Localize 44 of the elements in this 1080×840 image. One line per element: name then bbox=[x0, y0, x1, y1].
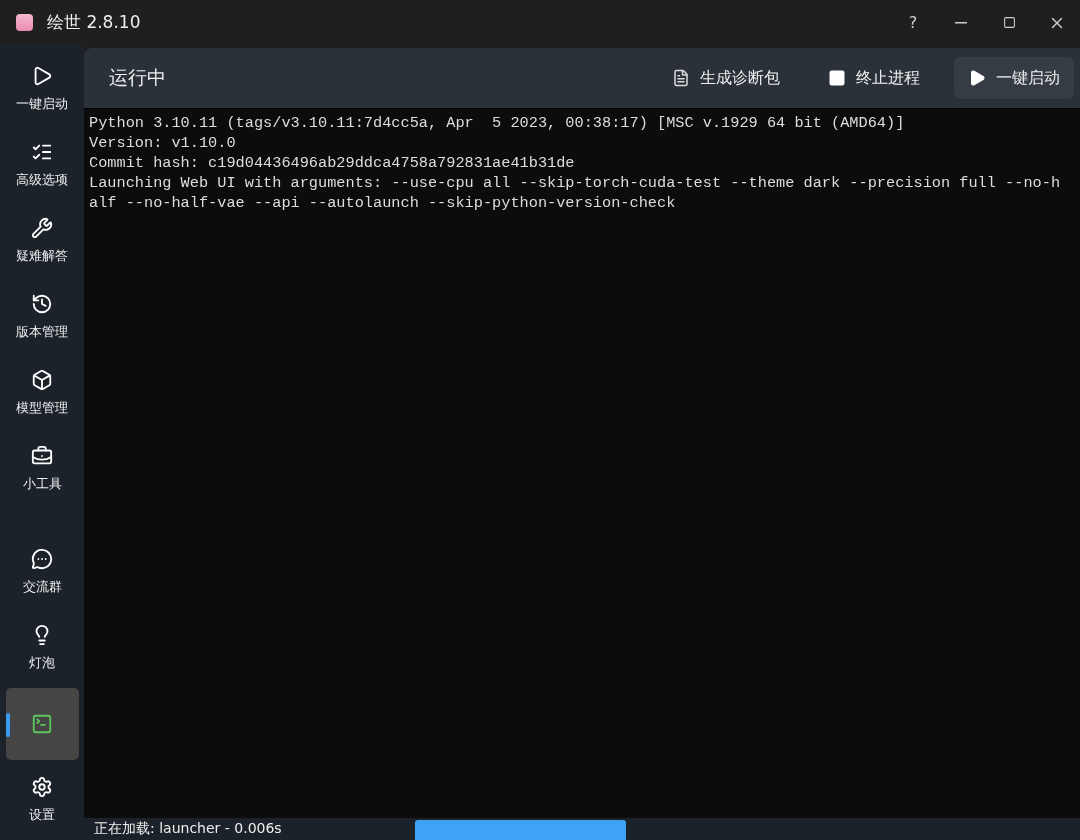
sidebar-item[interactable]: 疑难解答 bbox=[5, 205, 79, 277]
app-icon bbox=[16, 14, 33, 31]
sidebar-item[interactable]: 一键启动 bbox=[5, 53, 79, 125]
sidebar-item[interactable]: 版本管理 bbox=[5, 281, 79, 353]
sidebar-item[interactable]: 设置 bbox=[5, 764, 79, 836]
nav-icon bbox=[31, 445, 53, 467]
nav-label: 交流群 bbox=[22, 578, 62, 596]
nav-label: 小工具 bbox=[22, 475, 62, 493]
page-title: 运行中 bbox=[109, 65, 166, 90]
console-line: Commit hash: c19d04436496ab29ddca4758a792831ae41b31de bbox=[89, 153, 576, 173]
nav-icon bbox=[31, 217, 53, 239]
sidebar-item[interactable]: 灯泡 bbox=[5, 612, 79, 684]
sidebar-item[interactable]: 小工具 bbox=[5, 433, 79, 505]
status-text: 正在加载: launcher - 0.006s bbox=[93, 820, 282, 838]
nav-icon bbox=[31, 369, 53, 391]
sidebar-item[interactable] bbox=[5, 688, 79, 760]
stop-icon bbox=[828, 69, 846, 87]
selection-indicator bbox=[5, 713, 10, 737]
sidebar-item[interactable]: 模型管理 bbox=[5, 357, 79, 429]
stop-button[interactable]: 终止进程 bbox=[814, 57, 934, 99]
console-line: Python 3.10.11 (tags/v3.10.11:7d4cc5a, Apr 5 2023, 00:38:17) [MSC v.1929 64 bit (AMD64)] bbox=[89, 113, 906, 133]
nav-icon bbox=[31, 776, 53, 798]
terminal-icon bbox=[31, 713, 53, 735]
help-button[interactable]: ? bbox=[890, 7, 936, 38]
nav-icon bbox=[31, 548, 53, 570]
nav-label: 模型管理 bbox=[16, 399, 68, 417]
minimize-icon bbox=[955, 21, 967, 24]
nav-icon bbox=[31, 293, 53, 315]
sidebar-item[interactable]: 高级选项 bbox=[5, 129, 79, 201]
nav-label: 版本管理 bbox=[16, 323, 68, 341]
nav-label: 设置 bbox=[29, 806, 55, 824]
nav-label: 一键启动 bbox=[16, 95, 68, 113]
window-title: 绘世 2.8.10 bbox=[47, 11, 141, 34]
console-line: Version: v1.10.0 bbox=[89, 133, 237, 153]
play-icon bbox=[968, 69, 986, 87]
console-line: Launching Web UI with arguments: --use-cpu all --skip-torch-cuda-test --theme dark --precision full --no-half --no-half-vae --api --autolaunch --skip-python-version-check bbox=[89, 173, 1062, 213]
diagnostics-button[interactable]: 生成诊断包 bbox=[658, 57, 794, 99]
maximize-icon bbox=[1002, 16, 1016, 29]
document-icon bbox=[672, 69, 690, 87]
nav-label: 疑难解答 bbox=[16, 247, 68, 265]
nav-label: 高级选项 bbox=[16, 171, 68, 189]
sidebar-item[interactable]: 交流群 bbox=[5, 536, 79, 608]
nav-label: 灯泡 bbox=[29, 654, 55, 672]
launch-button[interactable]: 一键启动 bbox=[954, 57, 1074, 99]
